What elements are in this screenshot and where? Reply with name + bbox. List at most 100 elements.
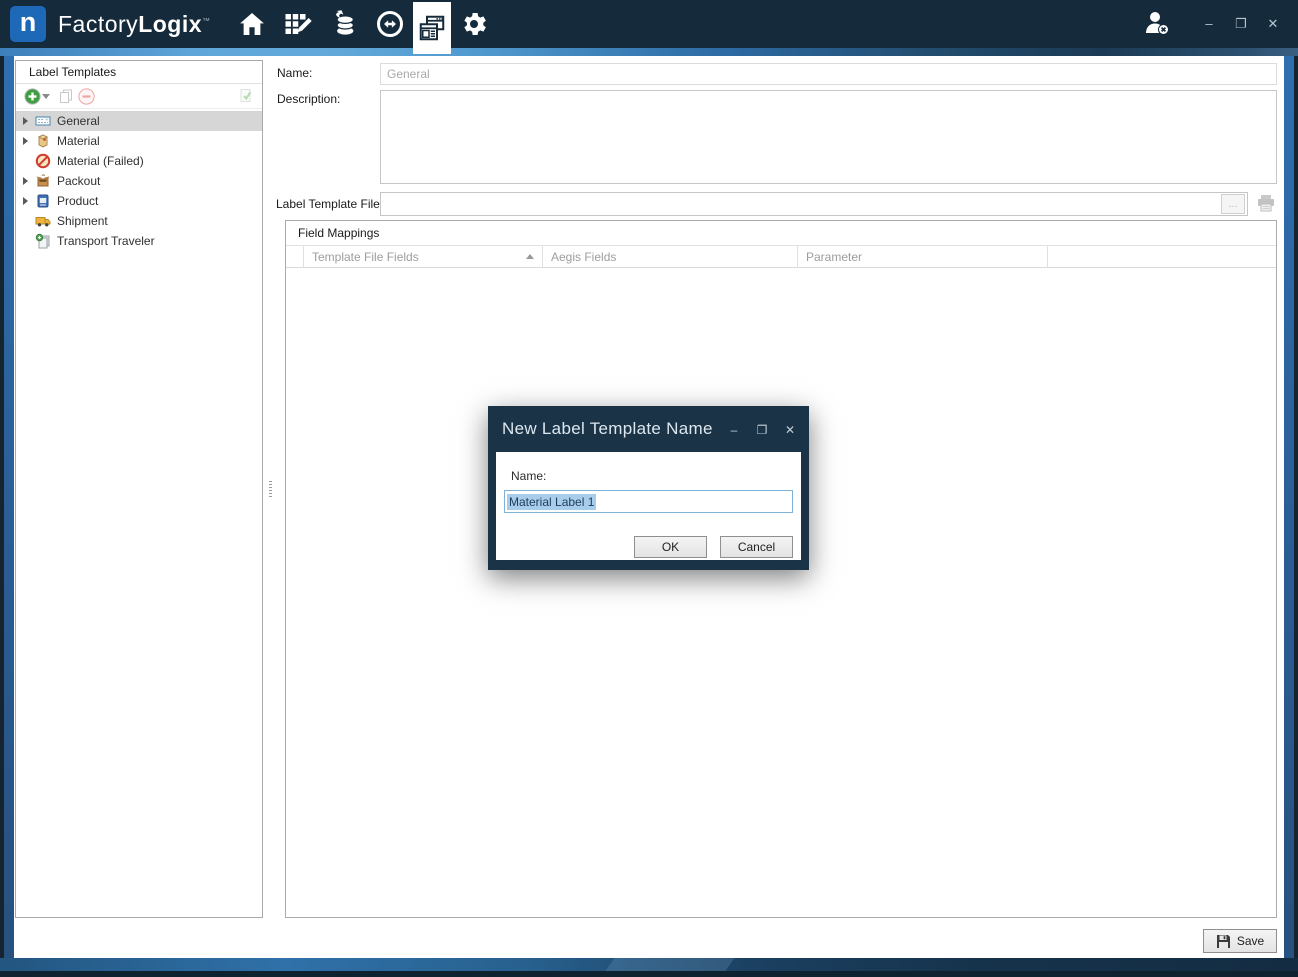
field-mappings-title: Field Mappings — [286, 221, 1276, 245]
top-bar: n FactoryLogix™ — [0, 0, 1298, 48]
grid-header: Template File Fields Aegis Fields Parame… — [286, 245, 1276, 268]
tree-item-label: Transport Traveler — [57, 234, 155, 248]
gear-icon — [459, 9, 489, 39]
chevron-right-icon — [23, 177, 28, 185]
dialog-body: Name: Material Label 1 OK Cancel — [496, 452, 801, 560]
new-label-template-dialog: New Label Template Name – ❐ ✕ Name: Mate… — [488, 406, 809, 570]
tree-item-packout[interactable]: Packout — [16, 171, 262, 191]
user-x-icon — [1142, 9, 1172, 37]
column-label: Template File Fields — [312, 250, 419, 264]
tree-item-general[interactable]: General — [16, 111, 262, 131]
description-label: Description: — [277, 92, 340, 106]
copy-template-button[interactable] — [56, 86, 76, 106]
nav-settings[interactable] — [451, 0, 497, 48]
truck-icon — [34, 213, 51, 229]
close-button[interactable]: ✕ — [1262, 15, 1284, 33]
column-header-template-file-fields[interactable]: Template File Fields — [304, 246, 543, 267]
tree-item-label: General — [57, 114, 100, 128]
sort-ascending-icon — [526, 254, 534, 259]
printer-icon — [1256, 194, 1276, 213]
dialog-actions: OK Cancel — [634, 536, 793, 558]
tree-item-label: Material (Failed) — [57, 154, 144, 168]
expander[interactable] — [16, 117, 34, 125]
accent-bar — [0, 48, 1298, 56]
tree-item-material-failed[interactable]: Material (Failed) — [16, 151, 262, 171]
packout-box-icon — [34, 173, 51, 189]
column-header-parameter[interactable]: Parameter — [798, 246, 1048, 267]
material-box-icon — [34, 133, 51, 149]
maximize-button[interactable]: ❐ — [1230, 15, 1252, 33]
tree-item-material[interactable]: Material — [16, 131, 262, 151]
add-template-button[interactable] — [22, 86, 42, 106]
home-icon — [237, 9, 267, 39]
copy-icon — [58, 88, 74, 104]
brand-factory: Factory — [58, 11, 138, 37]
tree-item-shipment[interactable]: Shipment — [16, 211, 262, 231]
tree-item-label: Shipment — [57, 214, 108, 228]
panel-splitter[interactable] — [266, 60, 275, 918]
browse-button[interactable]: ... — [1221, 194, 1245, 214]
panel-title: Label Templates — [16, 61, 262, 84]
filter-check-icon — [238, 88, 254, 104]
file-label: Label Template File: — [276, 197, 383, 211]
cancel-button[interactable]: Cancel — [720, 536, 793, 558]
nav-label-templates[interactable] — [413, 2, 451, 54]
window-edge-bottom — [0, 958, 1298, 977]
label-templates-panel: Label Templates — [15, 60, 263, 918]
main-nav — [229, 0, 497, 48]
dialog-close-button[interactable]: ✕ — [783, 423, 797, 437]
tree-item-label: Material — [57, 134, 100, 148]
dialog-name-label: Name: — [511, 469, 546, 483]
dialog-window-controls: – ❐ ✕ — [727, 423, 797, 437]
nav-materials[interactable] — [321, 0, 367, 48]
dialog-name-input[interactable]: Material Label 1 — [504, 490, 793, 513]
ok-button[interactable]: OK — [634, 536, 707, 558]
add-dropdown-button[interactable] — [42, 86, 56, 106]
bottom-accent-slash — [605, 958, 734, 971]
filter-button[interactable] — [236, 86, 256, 106]
window-edge-right — [1284, 56, 1294, 958]
minimize-button[interactable]: – — [1198, 15, 1220, 33]
nav-production[interactable] — [367, 0, 413, 48]
app-logo: n — [10, 6, 46, 42]
chevron-down-icon — [42, 94, 50, 99]
description-input[interactable] — [380, 90, 1277, 184]
expander[interactable] — [16, 197, 34, 205]
label-windows-icon — [417, 13, 447, 43]
save-button[interactable]: Save — [1203, 929, 1277, 953]
save-icon — [1216, 934, 1231, 949]
name-value: General — [387, 67, 430, 81]
window-edge-left — [4, 56, 14, 958]
logout-user-button[interactable] — [1142, 9, 1172, 40]
tree-toolbar — [16, 84, 262, 109]
splitter-grip-icon — [269, 481, 272, 497]
print-button[interactable] — [1256, 194, 1276, 216]
tree-item-transport-traveler[interactable]: Transport Traveler — [16, 231, 262, 251]
logo-letter: n — [20, 9, 37, 36]
top-right-controls: – ❐ ✕ — [1142, 9, 1284, 40]
file-input[interactable] — [380, 192, 1248, 216]
column-header-aegis-fields[interactable]: Aegis Fields — [543, 246, 798, 267]
tree-item-label: Product — [57, 194, 98, 208]
add-icon — [24, 88, 41, 105]
chevron-right-icon — [23, 117, 28, 125]
nav-planning[interactable] — [275, 0, 321, 48]
row-indicator-column — [286, 246, 304, 267]
name-input[interactable]: General — [380, 63, 1277, 85]
dialog-minimize-button[interactable]: – — [727, 423, 741, 437]
save-label: Save — [1237, 934, 1264, 948]
column-header-empty — [1048, 246, 1276, 267]
chevron-right-icon — [23, 137, 28, 145]
product-icon — [34, 193, 51, 209]
dialog-maximize-button[interactable]: ❐ — [755, 423, 769, 437]
nav-home[interactable] — [229, 0, 275, 48]
label-icon — [34, 113, 51, 129]
dialog-titlebar[interactable]: New Label Template Name – ❐ ✕ — [488, 406, 809, 452]
remove-template-button[interactable] — [76, 86, 96, 106]
expander[interactable] — [16, 177, 34, 185]
remove-icon — [78, 88, 95, 105]
expander[interactable] — [16, 137, 34, 145]
template-tree: General Material Material (Failed) — [16, 109, 262, 251]
tree-item-product[interactable]: Product — [16, 191, 262, 211]
window-controls: – ❐ ✕ — [1198, 15, 1284, 33]
